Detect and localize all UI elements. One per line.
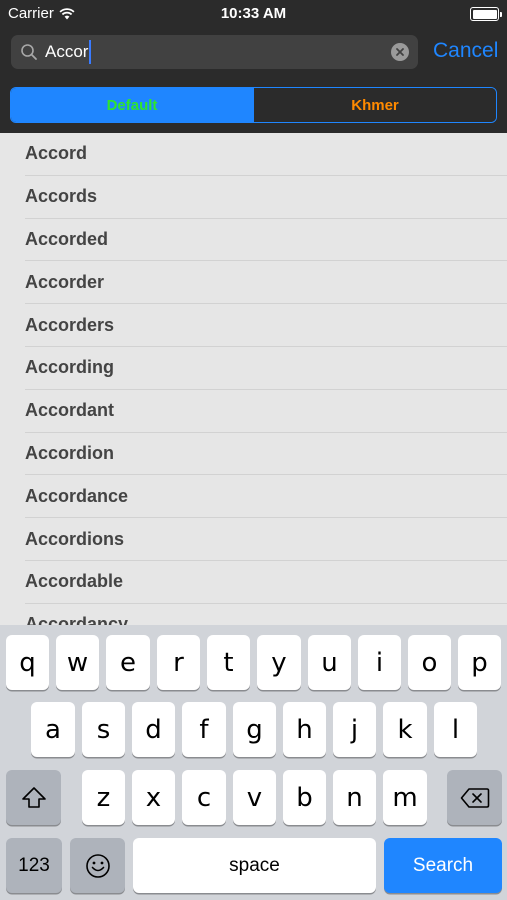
key-q[interactable]: q	[6, 635, 49, 690]
clear-icon[interactable]	[391, 43, 409, 61]
key-d[interactable]: d	[132, 702, 175, 757]
search-key[interactable]: Search	[384, 838, 502, 893]
segment-khmer[interactable]: Khmer	[253, 88, 496, 122]
battery-icon	[470, 7, 502, 21]
list-item[interactable]: Accords	[25, 176, 507, 219]
key-m[interactable]: m	[383, 770, 427, 825]
shift-key[interactable]	[6, 770, 61, 825]
search-field[interactable]: Accor	[11, 35, 418, 69]
clear-x-icon	[396, 48, 404, 56]
key-h[interactable]: h	[283, 702, 326, 757]
key-c[interactable]: c	[182, 770, 226, 825]
list-item[interactable]: Accordancy	[25, 604, 507, 625]
list-item[interactable]: Accordant	[25, 390, 507, 433]
emoji-key[interactable]	[70, 838, 125, 893]
key-e[interactable]: e	[106, 635, 150, 690]
list-item[interactable]: According	[25, 347, 507, 390]
list-item[interactable]: Accordance	[25, 475, 507, 519]
list-item[interactable]: Accorder	[25, 261, 507, 305]
numbers-key[interactable]: 123	[6, 838, 62, 893]
status-time: 10:33 AM	[220, 5, 287, 22]
list-item[interactable]: Accorded	[25, 219, 507, 262]
key-v[interactable]: v	[233, 770, 276, 825]
key-l[interactable]: l	[434, 702, 477, 757]
search-input[interactable]: Accor	[45, 35, 92, 69]
key-b[interactable]: b	[283, 770, 326, 825]
key-o[interactable]: o	[408, 635, 451, 690]
key-y[interactable]: y	[257, 635, 301, 690]
key-u[interactable]: u	[308, 635, 351, 690]
emoji-icon	[85, 853, 110, 878]
key-a[interactable]: a	[31, 702, 75, 757]
backspace-icon	[460, 787, 489, 808]
list-item[interactable]: Accord	[25, 133, 507, 176]
cancel-button[interactable]: Cancel	[433, 39, 498, 63]
search-header: Accor Cancel Default Khmer	[0, 28, 507, 133]
key-z[interactable]: z	[82, 770, 125, 825]
shift-icon	[21, 786, 46, 808]
key-p[interactable]: p	[458, 635, 501, 690]
list-item[interactable]: Accordion	[25, 433, 507, 476]
key-w[interactable]: w	[56, 635, 99, 690]
search-icon	[21, 44, 37, 60]
search-input-value: Accor	[45, 42, 89, 61]
segment-default[interactable]: Default	[11, 88, 253, 122]
key-j[interactable]: j	[333, 702, 376, 757]
list-item[interactable]: Accorders	[25, 304, 507, 347]
key-x[interactable]: x	[132, 770, 175, 825]
key-r[interactable]: r	[157, 635, 200, 690]
text-caret	[89, 40, 92, 64]
list-item[interactable]: Accordions	[25, 518, 507, 561]
key-s[interactable]: s	[82, 702, 125, 757]
key-k[interactable]: k	[383, 702, 427, 757]
results-list: Accord Accords Accorded Accorder Accorde…	[0, 133, 507, 625]
key-g[interactable]: g	[233, 702, 276, 757]
list-item[interactable]: Accordable	[25, 561, 507, 604]
language-segmented-control: Default Khmer	[10, 87, 497, 123]
key-t[interactable]: t	[207, 635, 250, 690]
space-key[interactable]: space	[133, 838, 376, 893]
key-n[interactable]: n	[333, 770, 376, 825]
key-i[interactable]: i	[358, 635, 401, 690]
key-f[interactable]: f	[182, 702, 226, 757]
status-bar: Carrier 10:33 AM	[0, 0, 507, 28]
keyboard: q w e r t y u i o p a s d f g h j k l z …	[0, 625, 507, 900]
backspace-key[interactable]	[447, 770, 502, 825]
